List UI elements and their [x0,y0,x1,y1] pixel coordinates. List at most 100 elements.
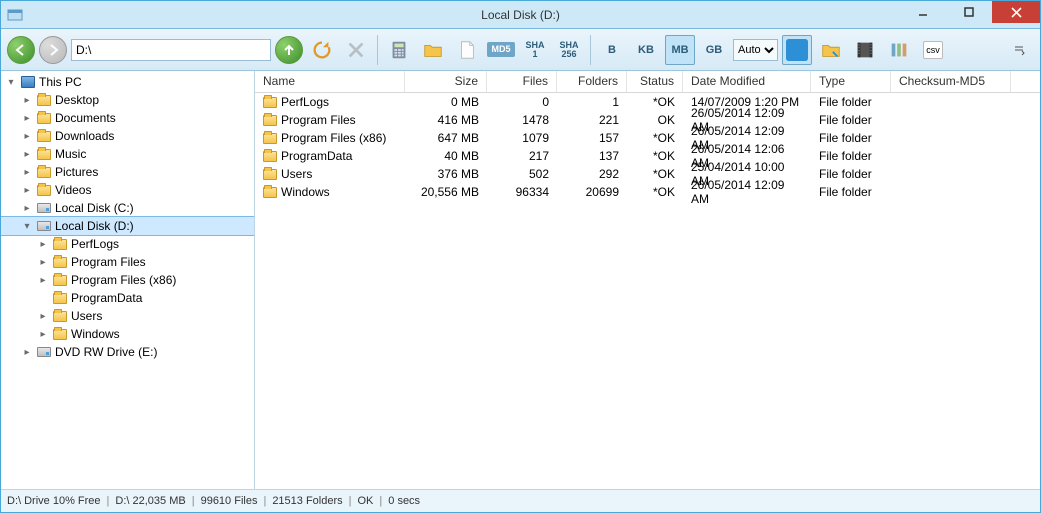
expand-toggle[interactable]: ▸ [21,347,33,358]
col-files[interactable]: Files [487,71,557,92]
expand-toggle[interactable]: ▸ [37,257,49,268]
tree-item[interactable]: ▸Pictures [1,163,254,181]
expand-toggle[interactable]: ▾ [21,221,33,232]
cell-status: *OK [627,95,683,109]
folder-tree[interactable]: ▾This PC▸Desktop▸Documents▸Downloads▸Mus… [1,71,255,489]
search-button[interactable] [782,35,812,65]
tree-item[interactable]: ▸Videos [1,181,254,199]
cell-size: 647 MB [405,131,487,145]
tree-item[interactable]: ▸Program Files [1,253,254,271]
col-date[interactable]: Date Modified [683,71,811,92]
tree-item-label: Users [71,309,102,323]
cell-size: 416 MB [405,113,487,127]
back-button[interactable] [7,36,35,64]
view-folder-button[interactable] [816,35,846,65]
maximize-button[interactable] [946,1,992,23]
expand-toggle[interactable]: ▸ [21,167,33,178]
forward-button[interactable] [39,36,67,64]
expand-toggle[interactable]: ▸ [21,113,33,124]
view-film-button[interactable] [850,35,880,65]
tree-item[interactable]: ▾Local Disk (D:) [1,217,254,235]
status-size: D:\ 22,035 MB [115,495,185,507]
expand-toggle[interactable]: ▸ [37,311,49,322]
tree-item-label: PerfLogs [71,237,119,251]
file-icon[interactable] [452,35,482,65]
tree-item-label: Documents [55,111,116,125]
expand-toggle[interactable]: ▸ [21,185,33,196]
col-size[interactable]: Size [405,71,487,92]
hash-sha256-button[interactable]: SHA256 [554,35,584,65]
file-list[interactable]: Name Size Files Folders Status Date Modi… [255,71,1040,489]
expand-toggle[interactable]: ▸ [21,95,33,106]
tree-item[interactable]: ▸ PerfLogs [1,235,254,253]
tree-item[interactable]: ▸DVD RW Drive (E:) [1,343,254,361]
hash-md5-button[interactable]: MD5 [486,35,516,65]
tree-item[interactable]: ▾This PC [1,73,254,91]
list-row[interactable]: Program Files416 MB1478221OK26/05/2014 1… [255,111,1040,129]
unit-b-button[interactable]: B [597,35,627,65]
tree-item-label: Downloads [55,129,114,143]
tree-item[interactable]: ▸ Windows [1,325,254,343]
tree-item[interactable]: ▸Desktop [1,91,254,109]
cell-date: 26/05/2014 12:09 AM [683,178,811,206]
export-csv-button[interactable]: csv [918,35,948,65]
expand-toggle[interactable]: ▸ [37,329,49,340]
col-checksum[interactable]: Checksum-MD5 [891,71,1011,92]
folder-icon [263,169,277,180]
cell-folders: 20699 [557,185,627,199]
cell-type: File folder [811,113,891,127]
cell-type: File folder [811,185,891,199]
folder-icon [263,97,277,108]
cell-folders: 221 [557,113,627,127]
folder-icon[interactable] [418,35,448,65]
expand-toggle[interactable]: ▸ [21,203,33,214]
list-header[interactable]: Name Size Files Folders Status Date Modi… [255,71,1040,93]
view-columns-button[interactable] [884,35,914,65]
delete-button[interactable] [341,35,371,65]
minimize-button[interactable] [900,1,946,23]
tree-item[interactable]: ProgramData [1,289,254,307]
calculator-icon[interactable] [384,35,414,65]
folder-icon [37,149,51,160]
list-row[interactable]: Program Files (x86)647 MB1079157*OK26/05… [255,129,1040,147]
path-input[interactable] [71,39,271,61]
tree-item[interactable]: ▸ Downloads [1,127,254,145]
list-row[interactable]: ProgramData40 MB217137*OK26/05/2014 12:0… [255,147,1040,165]
col-status[interactable]: Status [627,71,683,92]
cell-folders: 137 [557,149,627,163]
cell-size: 20,556 MB [405,185,487,199]
refresh-button[interactable] [307,35,337,65]
list-row[interactable]: PerfLogs0 MB01*OK14/07/2009 1:20 PMFile … [255,93,1040,111]
unit-mb-button[interactable]: MB [665,35,695,65]
close-button[interactable] [992,1,1040,23]
col-name[interactable]: Name [255,71,405,92]
expand-toggle[interactable]: ▸ [37,239,49,250]
expand-toggle[interactable]: ▸ [21,131,33,142]
col-folders[interactable]: Folders [557,71,627,92]
unit-kb-button[interactable]: KB [631,35,661,65]
cell-name: Program Files [281,113,356,127]
expand-toggle[interactable]: ▾ [5,77,17,88]
overflow-button[interactable] [1004,35,1034,65]
cell-status: OK [627,113,683,127]
tree-item[interactable]: ▸Program Files (x86) [1,271,254,289]
unit-gb-button[interactable]: GB [699,35,729,65]
expand-toggle[interactable]: ▸ [21,149,33,160]
tree-item-label: Windows [71,327,120,341]
list-row[interactable]: Windows20,556 MB9633420699*OK26/05/2014 … [255,183,1040,201]
tree-item[interactable]: ▸Music [1,145,254,163]
app-icon [7,7,23,23]
cell-folders: 157 [557,131,627,145]
auto-select[interactable]: Auto [733,39,778,61]
folder-icon [263,115,277,126]
hash-sha1-button[interactable]: SHA1 [520,35,550,65]
expand-toggle[interactable]: ▸ [37,275,49,286]
tree-item[interactable]: ▸Local Disk (C:) [1,199,254,217]
cell-type: File folder [811,167,891,181]
col-type[interactable]: Type [811,71,891,92]
tree-item[interactable]: ▸ Documents [1,109,254,127]
list-row[interactable]: Users376 MB502292*OK25/04/2014 10:00 AMF… [255,165,1040,183]
go-up-button[interactable] [275,36,303,64]
cell-type: File folder [811,131,891,145]
tree-item[interactable]: ▸ Users [1,307,254,325]
